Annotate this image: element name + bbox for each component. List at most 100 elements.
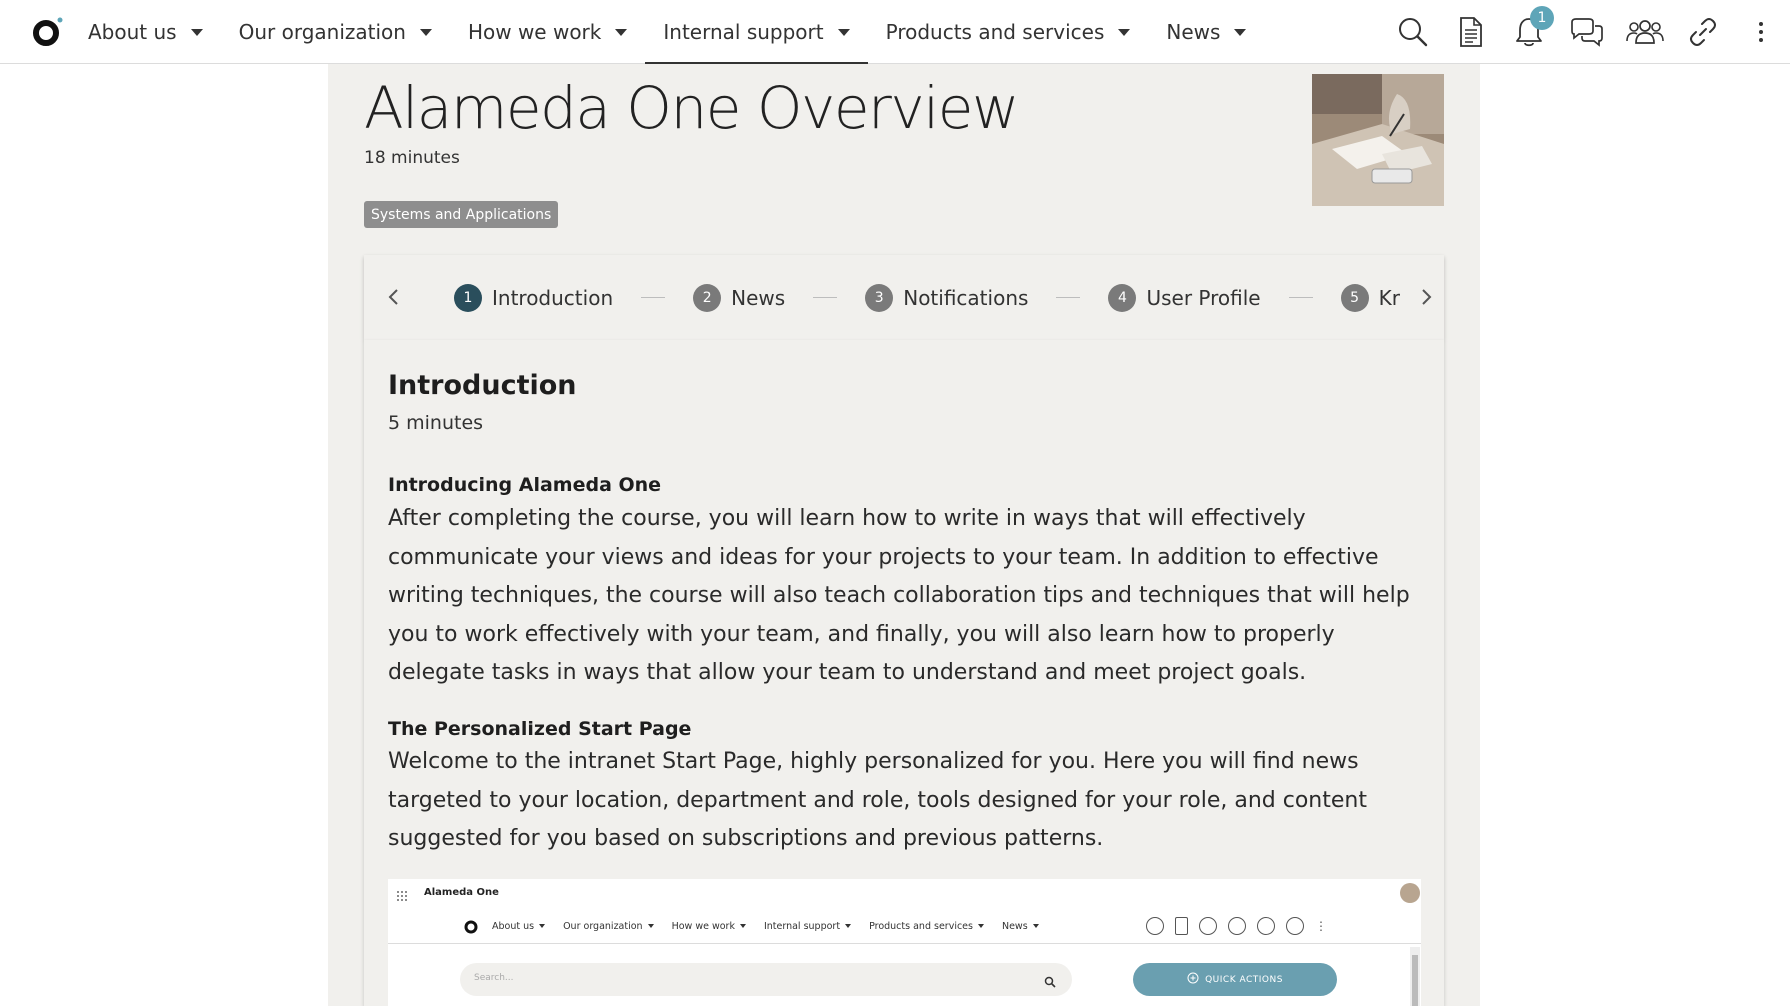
step-number: 2 bbox=[693, 283, 722, 312]
block-heading: Introducing Alameda One bbox=[388, 474, 662, 496]
step-separator bbox=[1288, 297, 1313, 298]
embedded-nav-item: Internal support bbox=[763, 920, 852, 932]
course-thumbnail bbox=[1312, 74, 1444, 206]
scrollbar-thumb bbox=[1412, 955, 1418, 1006]
caret-down-icon bbox=[1032, 924, 1039, 928]
category-tag[interactable]: Systems and Applications bbox=[364, 201, 559, 228]
step-separator bbox=[813, 297, 838, 298]
caret-down-icon bbox=[977, 924, 984, 928]
notification-count-badge: 1 bbox=[1530, 6, 1554, 30]
caret-down-icon bbox=[539, 924, 546, 928]
embedded-screenshot: Alameda One About us Our organization Ho… bbox=[388, 879, 1421, 1006]
quick-actions-button: QUICK ACTIONS bbox=[1133, 963, 1337, 996]
embedded-nav-item: News bbox=[1002, 921, 1039, 932]
embedded-search-bar: Search... bbox=[460, 963, 1072, 996]
step-separator bbox=[1056, 297, 1081, 298]
embedded-nav-item-label: Products and services bbox=[869, 920, 973, 932]
step-label: Introduction bbox=[492, 285, 614, 310]
link-icon[interactable] bbox=[1674, 0, 1732, 64]
notifications-bell-icon bbox=[1199, 917, 1217, 935]
notifications-bell-icon[interactable]: 1 bbox=[1500, 0, 1558, 64]
embedded-logo-icon bbox=[464, 918, 480, 938]
caret-down-icon bbox=[837, 28, 850, 36]
embedded-nav-item: How we work bbox=[672, 921, 746, 932]
step-separator bbox=[641, 297, 666, 298]
caret-down-icon bbox=[190, 28, 203, 36]
nav-item-label: How we work bbox=[467, 20, 602, 44]
chevron-right-icon[interactable] bbox=[1414, 285, 1438, 309]
embedded-nav-item: Our organization bbox=[563, 921, 654, 932]
nav-item-label: Our organization bbox=[238, 20, 406, 44]
block-text: Welcome to the intranet Start Page, high… bbox=[388, 749, 1367, 851]
step-introduction[interactable]: 1 Introduction bbox=[454, 283, 614, 312]
embedded-nav-item-label: News bbox=[1001, 920, 1028, 932]
stepper-steps: 1 Introduction 2 News 3 Notifications 4 … bbox=[454, 255, 1400, 340]
caret-down-icon bbox=[419, 28, 432, 36]
step-label: Kr bbox=[1378, 285, 1400, 310]
step-number: 1 bbox=[454, 283, 482, 312]
caret-down-icon bbox=[739, 924, 746, 928]
more-vertical-icon: ⋮ bbox=[1315, 919, 1327, 933]
embedded-nav-item: About us bbox=[492, 921, 546, 932]
step-number: 5 bbox=[1340, 283, 1369, 312]
step-user-profile[interactable]: 4 User Profile bbox=[1108, 283, 1261, 312]
step-number: 3 bbox=[865, 283, 894, 312]
section-introduction: Introduction 5 minutes Introducing Alame… bbox=[364, 340, 1444, 1006]
step-label: User Profile bbox=[1146, 285, 1261, 310]
embedded-nav: About us Our organization How we work In… bbox=[492, 915, 1057, 937]
logo-icon[interactable] bbox=[32, 14, 66, 48]
search-icon bbox=[1146, 917, 1164, 935]
block-text: After completing the course, you will le… bbox=[388, 506, 1410, 685]
nav-item-news[interactable]: News bbox=[1148, 0, 1264, 64]
nav-item-our-organization[interactable]: Our organization bbox=[221, 0, 450, 64]
search-placeholder: Search... bbox=[474, 973, 514, 983]
nav-item-internal-support[interactable]: Internal support bbox=[645, 0, 868, 65]
top-navigation: About us Our organization How we work In… bbox=[0, 0, 1790, 65]
avatar bbox=[1400, 883, 1420, 903]
plus-circle-icon bbox=[1187, 972, 1199, 987]
chevron-left-icon[interactable] bbox=[382, 285, 406, 309]
nav-item-label: Products and services bbox=[885, 20, 1105, 44]
section-title: Introduction bbox=[388, 370, 577, 401]
nav-item-label: Internal support bbox=[663, 20, 824, 44]
search-icon bbox=[1044, 973, 1056, 992]
search-icon[interactable] bbox=[1384, 0, 1442, 64]
caret-down-icon bbox=[845, 924, 852, 928]
nav-item-label: News bbox=[1166, 20, 1221, 44]
embedded-nav-item-label: How we work bbox=[671, 920, 735, 932]
chat-icon bbox=[1228, 917, 1246, 935]
step-news[interactable]: 2 News bbox=[693, 283, 786, 312]
embedded-nav-item: Products and services bbox=[869, 921, 984, 932]
people-icon[interactable] bbox=[1616, 0, 1674, 64]
step-number: 4 bbox=[1108, 283, 1137, 312]
nav-item-how-we-work[interactable]: How we work bbox=[450, 0, 645, 64]
caret-down-icon bbox=[615, 28, 628, 36]
document-icon[interactable] bbox=[1442, 0, 1500, 64]
more-vertical-icon[interactable] bbox=[1732, 0, 1790, 64]
embedded-app-name: Alameda One bbox=[424, 887, 499, 898]
step-5[interactable]: 5 Kr bbox=[1340, 283, 1400, 312]
block-heading: The Personalized Start Page bbox=[388, 718, 692, 740]
main-menu: About us Our organization How we work In… bbox=[70, 0, 1264, 65]
link-icon bbox=[1286, 917, 1304, 935]
course-content: Alameda One Overview 18 minutes Systems … bbox=[328, 64, 1480, 1006]
chat-icon[interactable] bbox=[1558, 0, 1616, 64]
step-notifications[interactable]: 3 Notifications bbox=[865, 283, 1028, 312]
step-label: News bbox=[731, 285, 786, 310]
course-duration: 18 minutes bbox=[364, 148, 460, 168]
embedded-header-icons: ⋮ bbox=[1146, 915, 1327, 937]
quick-actions-label: QUICK ACTIONS bbox=[1205, 974, 1283, 985]
caret-down-icon bbox=[647, 924, 654, 928]
embedded-nav-item-label: Our organization bbox=[563, 920, 643, 932]
divider bbox=[388, 943, 1421, 944]
nav-item-label: About us bbox=[88, 20, 177, 44]
course-stepper: 1 Introduction 2 News 3 Notifications 4 … bbox=[364, 255, 1444, 340]
caret-down-icon bbox=[1234, 28, 1247, 36]
embedded-nav-item-label: Internal support bbox=[763, 920, 841, 932]
header-actions: 1 bbox=[1384, 0, 1790, 64]
document-icon bbox=[1175, 917, 1188, 935]
section-duration: 5 minutes bbox=[388, 412, 484, 434]
nav-item-products-and-services[interactable]: Products and services bbox=[868, 0, 1149, 64]
nav-item-about-us[interactable]: About us bbox=[70, 0, 221, 64]
apps-grid-icon bbox=[396, 887, 408, 906]
